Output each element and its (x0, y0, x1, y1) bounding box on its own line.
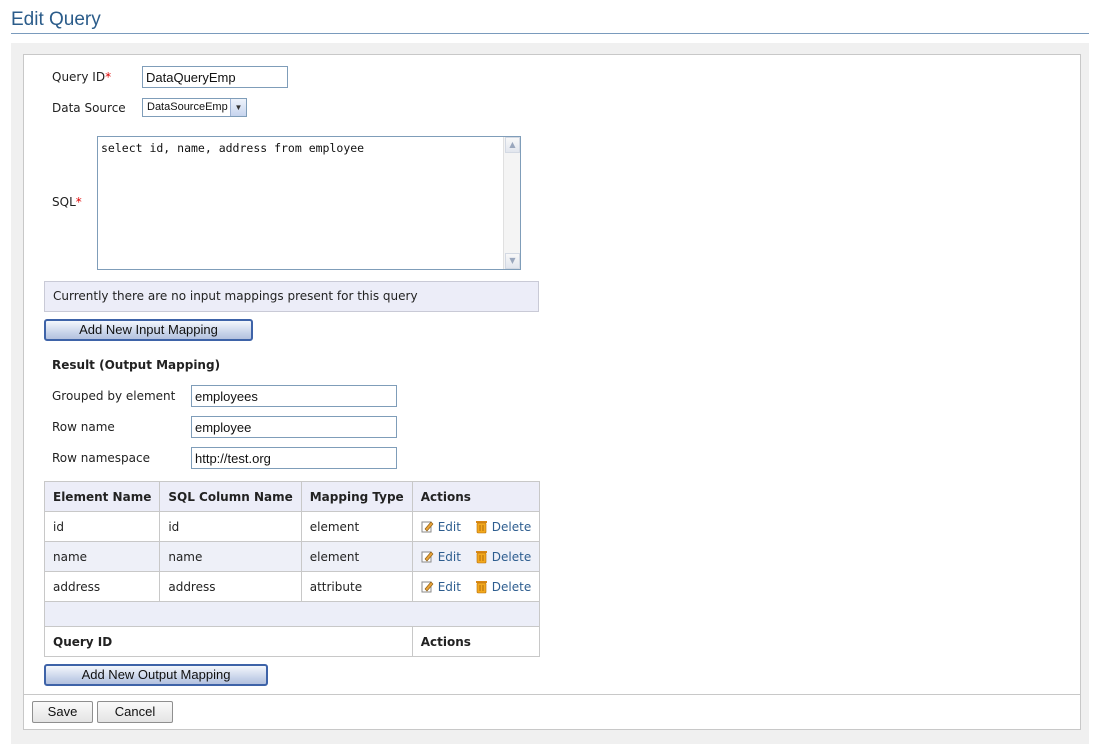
trash-icon[interactable] (475, 580, 488, 594)
output-mappings-table: Element Name SQL Column Name Mapping Typ… (43, 481, 541, 657)
edit-link[interactable]: Edit (438, 580, 461, 594)
edit-query-form: Query ID* Data Source DataSourceEmp ▼ SQ… (23, 54, 1081, 694)
table-spacer-row (43, 601, 541, 627)
trash-icon[interactable] (475, 520, 488, 534)
column-header: Element Name (43, 481, 161, 512)
table-header-row: Element Name SQL Column Name Mapping Typ… (43, 481, 541, 512)
sql-column-cell: address (159, 571, 302, 602)
grouped-by-label: Grouped by element (52, 389, 176, 403)
sql-column-cell: name (159, 541, 302, 572)
column-header: Mapping Type (300, 481, 413, 512)
mapping-type-cell: attribute (300, 571, 413, 602)
spacer-cell (43, 601, 541, 627)
add-output-mapping-button[interactable]: Add New Output Mapping (44, 664, 268, 686)
actions-cell: Edit Delete (411, 541, 541, 572)
grouped-by-input[interactable] (191, 385, 397, 407)
cancel-button[interactable]: Cancel (97, 701, 173, 723)
delete-link[interactable]: Delete (492, 580, 531, 594)
chevron-down-icon[interactable]: ▼ (230, 99, 246, 116)
actions-cell: Edit Delete (411, 571, 541, 602)
result-heading: Result (Output Mapping) (52, 358, 221, 372)
trash-icon[interactable] (475, 550, 488, 564)
footer-query-id: Query ID (44, 626, 413, 657)
page-title: Edit Query (11, 9, 101, 30)
form-button-bar: Save Cancel (23, 694, 1081, 730)
delete-link[interactable]: Delete (492, 520, 531, 534)
edit-icon[interactable] (421, 580, 434, 593)
sql-scrollbar[interactable]: ▲ ▼ (503, 137, 520, 269)
sql-text: select id, name, address from employee (101, 141, 365, 155)
required-marker: * (105, 70, 112, 84)
column-header: SQL Column Name (159, 481, 302, 512)
table-row: name name element Edit Delete (43, 541, 541, 572)
table-row: address address attribute Edit Delete (43, 571, 541, 602)
edit-icon[interactable] (421, 520, 434, 533)
input-mapping-notice: Currently there are no input mappings pr… (44, 281, 539, 312)
actions-cell: Edit Delete (411, 511, 541, 542)
table-row: id id element Edit Delete (43, 511, 541, 542)
edit-icon[interactable] (421, 550, 434, 563)
element-name-cell: name (43, 541, 161, 572)
table-footer-row: Query ID Actions (44, 626, 541, 657)
footer-actions: Actions (411, 626, 541, 657)
row-namespace-label: Row namespace (52, 451, 151, 465)
edit-link[interactable]: Edit (438, 550, 461, 564)
row-namespace-input[interactable] (191, 447, 397, 469)
add-input-mapping-button[interactable]: Add New Input Mapping (44, 319, 253, 341)
row-name-label: Row name (52, 420, 115, 434)
delete-link[interactable]: Delete (492, 550, 531, 564)
element-name-cell: address (43, 571, 161, 602)
element-name-cell: id (43, 511, 161, 542)
save-button[interactable]: Save (32, 701, 93, 723)
mapping-type-cell: element (300, 541, 413, 572)
data-source-value: DataSourceEmp (147, 101, 228, 113)
required-marker: * (75, 195, 82, 209)
edit-link[interactable]: Edit (438, 520, 461, 534)
outer-panel: Query ID* Data Source DataSourceEmp ▼ SQ… (11, 43, 1089, 744)
query-id-label: Query ID* (52, 70, 112, 84)
data-source-select[interactable]: DataSourceEmp ▼ (142, 98, 247, 117)
column-header: Actions (411, 481, 541, 512)
sql-textarea[interactable]: select id, name, address from employee ▲… (97, 136, 521, 270)
page-header: Edit Query (11, 8, 1089, 34)
sql-label: SQL* (52, 195, 82, 209)
scroll-up-icon[interactable]: ▲ (505, 137, 520, 153)
row-name-input[interactable] (191, 416, 397, 438)
sql-column-cell: id (159, 511, 302, 542)
scroll-down-icon[interactable]: ▼ (505, 253, 520, 269)
query-id-input[interactable] (142, 66, 288, 88)
data-source-label: Data Source (52, 101, 126, 115)
mapping-type-cell: element (300, 511, 413, 542)
